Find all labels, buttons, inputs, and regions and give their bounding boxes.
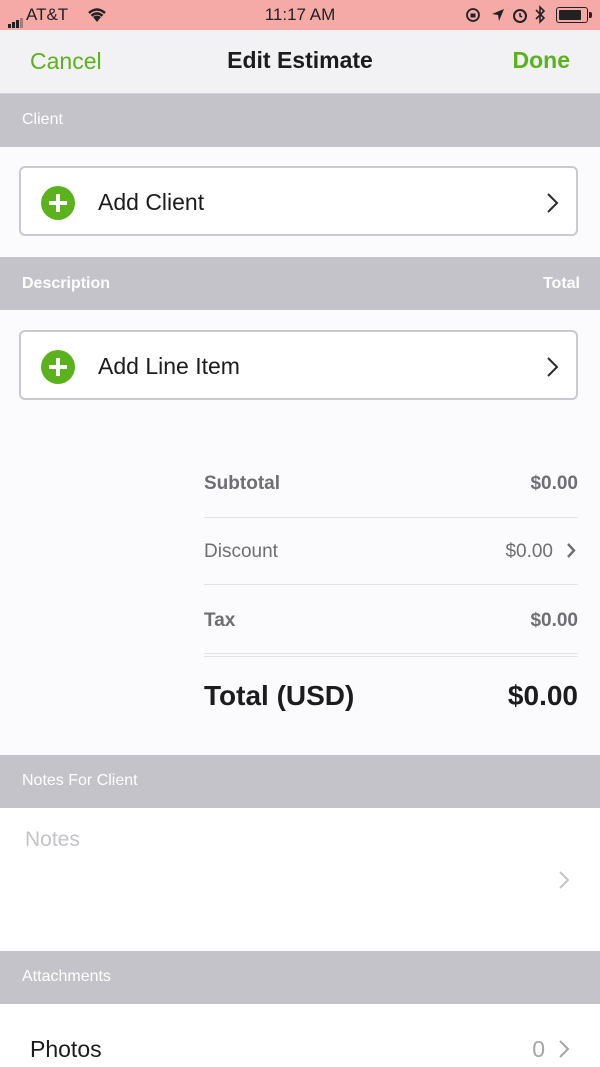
tax-label: Tax bbox=[204, 610, 236, 631]
discount-value: $0.00 bbox=[505, 541, 553, 562]
divider bbox=[204, 653, 578, 654]
client-header-label: Client bbox=[22, 111, 63, 128]
notes-header-label: Notes For Client bbox=[22, 772, 138, 789]
description-section-header: Description Total bbox=[0, 257, 600, 310]
tax-value: $0.00 bbox=[530, 610, 578, 631]
done-button[interactable]: Done bbox=[513, 47, 571, 74]
add-line-item-button[interactable]: Add Line Item bbox=[19, 330, 578, 400]
notes-field[interactable]: Notes bbox=[0, 808, 600, 950]
divider bbox=[204, 517, 578, 518]
subtotal-value: $0.00 bbox=[530, 473, 578, 494]
navigation-bar: Edit Estimate Cancel Done bbox=[0, 30, 600, 94]
plus-circle-icon bbox=[41, 350, 75, 384]
notes-section-header: Notes For Client bbox=[0, 755, 600, 808]
photos-count: 0 bbox=[532, 1036, 545, 1062]
photos-row[interactable]: Photos 0 bbox=[0, 1004, 600, 1067]
chevron-right-icon bbox=[559, 871, 570, 889]
cancel-button[interactable]: Cancel bbox=[30, 48, 102, 75]
discount-label: Discount bbox=[204, 541, 278, 562]
attachments-section-header: Attachments bbox=[0, 951, 600, 1004]
clock: 11:17 AM bbox=[264, 5, 336, 24]
total-label: Total (USD) bbox=[204, 680, 355, 711]
battery-icon bbox=[556, 7, 588, 23]
notes-placeholder: Notes bbox=[25, 828, 80, 851]
description-header-label: Description bbox=[22, 275, 111, 292]
add-client-button[interactable]: Add Client bbox=[19, 166, 578, 236]
lock-rotation-icon bbox=[466, 8, 480, 22]
chevron-right-icon bbox=[547, 193, 559, 213]
alarm-icon bbox=[513, 9, 527, 23]
status-bar: AT&T 11:17 AM bbox=[0, 0, 600, 30]
battery-tip bbox=[589, 12, 592, 18]
divider bbox=[204, 584, 578, 585]
plus-circle-icon bbox=[41, 186, 75, 220]
add-client-label: Add Client bbox=[98, 189, 205, 215]
client-section-header: Client bbox=[0, 94, 600, 147]
photos-label: Photos bbox=[30, 1036, 102, 1062]
bluetooth-icon bbox=[535, 5, 545, 24]
add-line-item-label: Add Line Item bbox=[98, 353, 240, 379]
location-icon bbox=[492, 9, 504, 21]
subtotal-label: Subtotal bbox=[204, 473, 280, 494]
total-value: $0.00 bbox=[507, 680, 578, 711]
discount-row[interactable]: Discount $0.00 bbox=[204, 530, 580, 574]
attachments-header-label: Attachments bbox=[22, 968, 111, 985]
total-header-label: Total bbox=[542, 275, 580, 292]
chevron-right-icon bbox=[547, 357, 559, 377]
divider bbox=[204, 656, 578, 657]
chevron-right-icon bbox=[567, 543, 576, 558]
chevron-right-icon bbox=[559, 1040, 570, 1058]
